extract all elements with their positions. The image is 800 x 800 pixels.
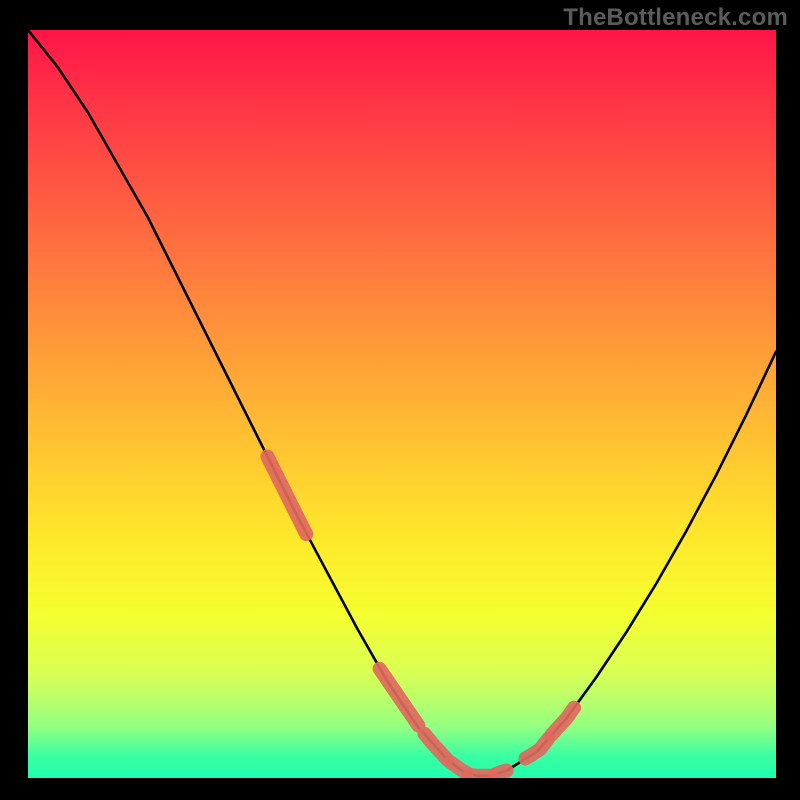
highlight-segment [424, 734, 446, 759]
highlight-segment [380, 669, 419, 726]
highlight-segment [496, 771, 507, 775]
main-curve [28, 30, 776, 776]
plot-area [28, 30, 776, 778]
curve-svg [28, 30, 776, 778]
highlight-segment [469, 775, 491, 776]
highlight-group [267, 456, 574, 775]
watermark-text: TheBottleneck.com [563, 4, 788, 32]
highlight-segment [552, 708, 574, 735]
highlight-segment [525, 739, 547, 758]
chart-frame: TheBottleneck.com [0, 0, 800, 800]
highlight-segment [267, 456, 306, 534]
